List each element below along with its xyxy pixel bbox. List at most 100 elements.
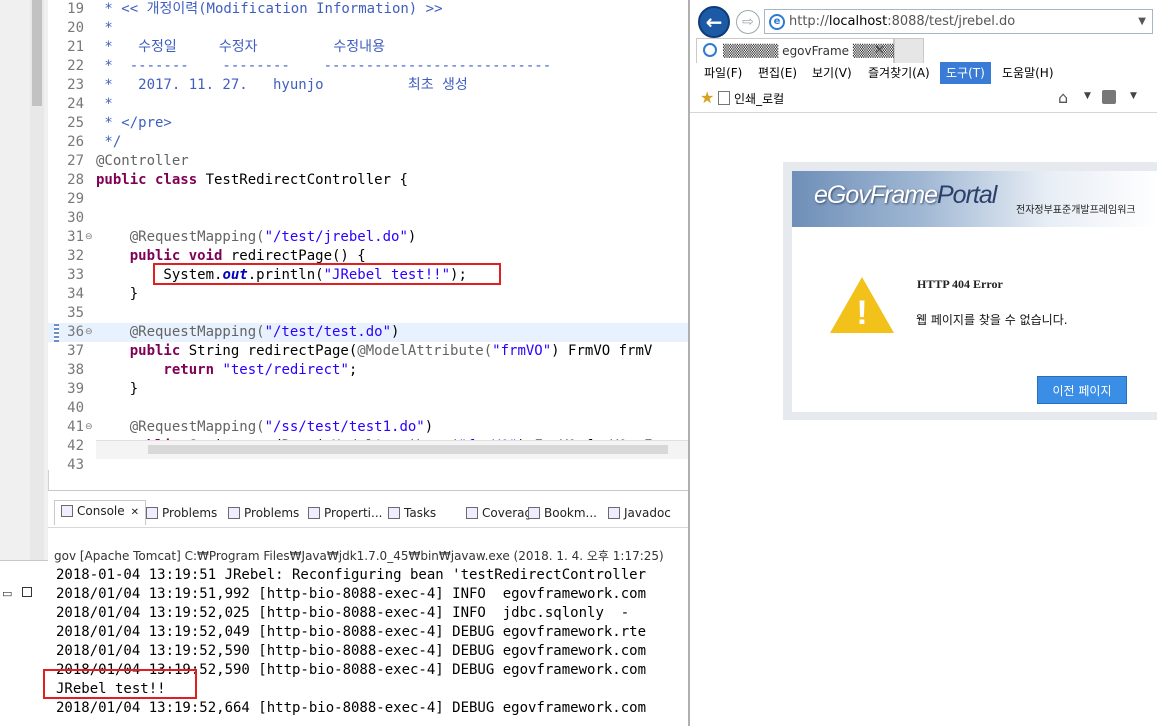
code-token: ) bbox=[424, 419, 434, 435]
browser-tab[interactable]: ▒▒▒▒▒▒ egovFrame ▒▒▒▒▒▒ ✕ bbox=[696, 38, 908, 63]
code-line[interactable]: 37 public String redirectPage(@ModelAttr… bbox=[48, 342, 688, 361]
tab-close-icon[interactable]: ✕ bbox=[131, 507, 139, 518]
code-text: return "test/redirect"; bbox=[96, 361, 357, 380]
code-line[interactable]: 38 return "test/redirect"; bbox=[48, 361, 688, 380]
code-line[interactable]: 29 bbox=[48, 190, 688, 209]
rss-dropdown-icon[interactable]: ▼ bbox=[1130, 91, 1137, 101]
line-number: 34 bbox=[67, 286, 84, 302]
code-line[interactable]: 27 @Controller bbox=[48, 152, 688, 171]
home-dropdown-icon[interactable]: ▼ bbox=[1084, 91, 1091, 101]
code-text: * bbox=[96, 95, 112, 114]
code-token: } bbox=[96, 381, 139, 397]
code-line[interactable]: 26 */ bbox=[48, 133, 688, 152]
editor-horizontal-scrollbar[interactable] bbox=[96, 440, 688, 459]
scrollbar-thumb[interactable] bbox=[32, 0, 42, 106]
view-icon bbox=[466, 507, 478, 519]
code-line[interactable]: 39 } bbox=[48, 380, 688, 399]
code-line[interactable]: 23 * 2017. 11. 27. hyunjo 최초 생성 bbox=[48, 76, 688, 95]
line-number: 43 bbox=[67, 457, 84, 473]
code-text: * ------- -------- ---------------------… bbox=[96, 57, 551, 76]
code-token: return bbox=[96, 362, 223, 378]
back-button[interactable]: ← bbox=[698, 6, 730, 38]
tab-bookm[interactable]: Bookm... bbox=[528, 503, 597, 523]
maximize-icon[interactable] bbox=[22, 587, 32, 597]
minimize-icon[interactable]: ▭ bbox=[2, 587, 12, 600]
code-line[interactable]: 25 * </pre> bbox=[48, 114, 688, 133]
code-token: * 2017. 11. 27. hyunjo 최초 생성 bbox=[96, 77, 468, 93]
fold-toggle-icon[interactable]: ⊖ bbox=[85, 228, 93, 247]
code-line[interactable]: 21 * 수정일 수정자 수정내용 bbox=[48, 38, 688, 57]
error-title: HTTP 404 Error bbox=[917, 277, 1003, 291]
browser-chrome: ← ⇨ e http://localhost:8088/test/jrebel.… bbox=[690, 0, 1157, 113]
code-text: * 수정일 수정자 수정내용 bbox=[96, 38, 385, 57]
menu-item[interactable]: 편집(E) bbox=[752, 62, 803, 84]
view-icon bbox=[528, 507, 540, 519]
code-line[interactable]: 19 * << 개정이력(Modification Information) >… bbox=[48, 0, 688, 19]
menu-item[interactable]: 도움말(H) bbox=[996, 62, 1060, 84]
tab-close-icon[interactable]: ✕ bbox=[874, 39, 885, 63]
scrollbar-thumb[interactable] bbox=[148, 445, 668, 454]
menu-item[interactable]: 보기(V) bbox=[806, 62, 858, 84]
code-line[interactable]: 22 * ------- -------- ------------------… bbox=[48, 57, 688, 76]
code-line[interactable]: 34 } bbox=[48, 285, 688, 304]
address-dropdown-icon[interactable]: ▼ bbox=[1138, 10, 1146, 33]
favorites-star-icon[interactable]: ★ bbox=[700, 88, 714, 107]
fold-toggle-icon[interactable]: ⊖ bbox=[85, 323, 93, 342]
code-text: @RequestMapping("/test/test.do") bbox=[96, 323, 400, 342]
line-number: 29 bbox=[67, 191, 84, 207]
tab-problems[interactable]: Problems bbox=[228, 503, 299, 523]
code-line[interactable]: 36 ⊖ @RequestMapping("/test/test.do") bbox=[48, 323, 688, 342]
portal-logo: eGovFramePortal bbox=[814, 181, 997, 209]
highlight-box-output bbox=[43, 669, 197, 699]
favorite-item[interactable]: 인쇄_로컬 bbox=[718, 90, 784, 107]
code-line[interactable]: 28 public class TestRedirectController { bbox=[48, 171, 688, 190]
view-icon bbox=[308, 507, 320, 519]
forward-button[interactable]: ⇨ bbox=[736, 10, 760, 34]
code-line[interactable]: 20 * bbox=[48, 19, 688, 38]
code-line[interactable]: 35 bbox=[48, 304, 688, 323]
address-bar[interactable]: e http://localhost:8088/test/jrebel.do ▼ bbox=[764, 9, 1153, 34]
menu-item[interactable]: 파일(F) bbox=[698, 62, 748, 84]
rss-icon[interactable] bbox=[1102, 90, 1116, 104]
code-text: @RequestMapping("/ss/test/test1.do") bbox=[96, 418, 433, 437]
menu-item[interactable]: 즐겨찾기(A) bbox=[862, 62, 936, 84]
code-token: "/ss/test/test1.do" bbox=[264, 419, 425, 435]
tab-problems[interactable]: Problems bbox=[146, 503, 217, 523]
code-editor[interactable]: 19 * << 개정이력(Modification Information) >… bbox=[48, 0, 688, 473]
browser-window: ← ⇨ e http://localhost:8088/test/jrebel.… bbox=[688, 0, 1157, 726]
new-tab-button[interactable] bbox=[894, 38, 924, 63]
portal-banner: eGovFramePortal 전자정부표준개발프레임워크 bbox=[792, 171, 1157, 227]
code-line[interactable]: 40 bbox=[48, 399, 688, 418]
code-token: */ bbox=[96, 134, 122, 150]
tab-javadoc[interactable]: Javadoc bbox=[608, 503, 671, 523]
fold-toggle-icon[interactable]: ⊖ bbox=[85, 418, 93, 437]
code-token: @Controller bbox=[96, 153, 189, 169]
home-icon[interactable]: ⌂ bbox=[1058, 88, 1068, 107]
line-number: 27 bbox=[67, 153, 84, 169]
code-line[interactable]: 31 ⊖ @RequestMapping("/test/jrebel.do") bbox=[48, 228, 688, 247]
view-icon bbox=[388, 507, 400, 519]
line-number: 26 bbox=[67, 134, 84, 150]
menu-item[interactable]: 도구(T) bbox=[940, 62, 991, 84]
code-token: "test/redirect" bbox=[222, 362, 349, 378]
code-line[interactable]: 41 ⊖ @RequestMapping("/ss/test/test1.do") bbox=[48, 418, 688, 437]
tab-label: Tasks bbox=[404, 506, 437, 520]
console-line: 2018/01/04 13:19:51,992 [http-bio-8088-e… bbox=[56, 586, 647, 602]
line-number: 35 bbox=[67, 305, 84, 321]
console-line: 2018/01/04 13:19:52,664 [http-bio-8088-e… bbox=[56, 700, 647, 716]
code-text: @Controller bbox=[96, 152, 189, 171]
view-icon bbox=[228, 507, 240, 519]
tab-tasks[interactable]: Tasks bbox=[388, 503, 436, 523]
tab-console[interactable]: Console ✕ bbox=[54, 500, 147, 525]
highlight-box-println bbox=[153, 263, 501, 285]
line-number: 36 bbox=[67, 324, 84, 340]
code-line[interactable]: 24 * bbox=[48, 95, 688, 114]
code-token: ; bbox=[348, 362, 358, 378]
previous-page-button[interactable]: 이전 페이지 bbox=[1037, 376, 1127, 404]
tab-label: Javadoc bbox=[624, 506, 671, 520]
code-token: public class bbox=[96, 172, 206, 188]
code-line[interactable]: 30 bbox=[48, 209, 688, 228]
favorites-bar: ★ 인쇄_로컬 ⌂ ▼ ▼ bbox=[690, 86, 1157, 110]
tab-properti[interactable]: Properti... bbox=[308, 503, 382, 523]
line-number: 37 bbox=[67, 343, 84, 359]
